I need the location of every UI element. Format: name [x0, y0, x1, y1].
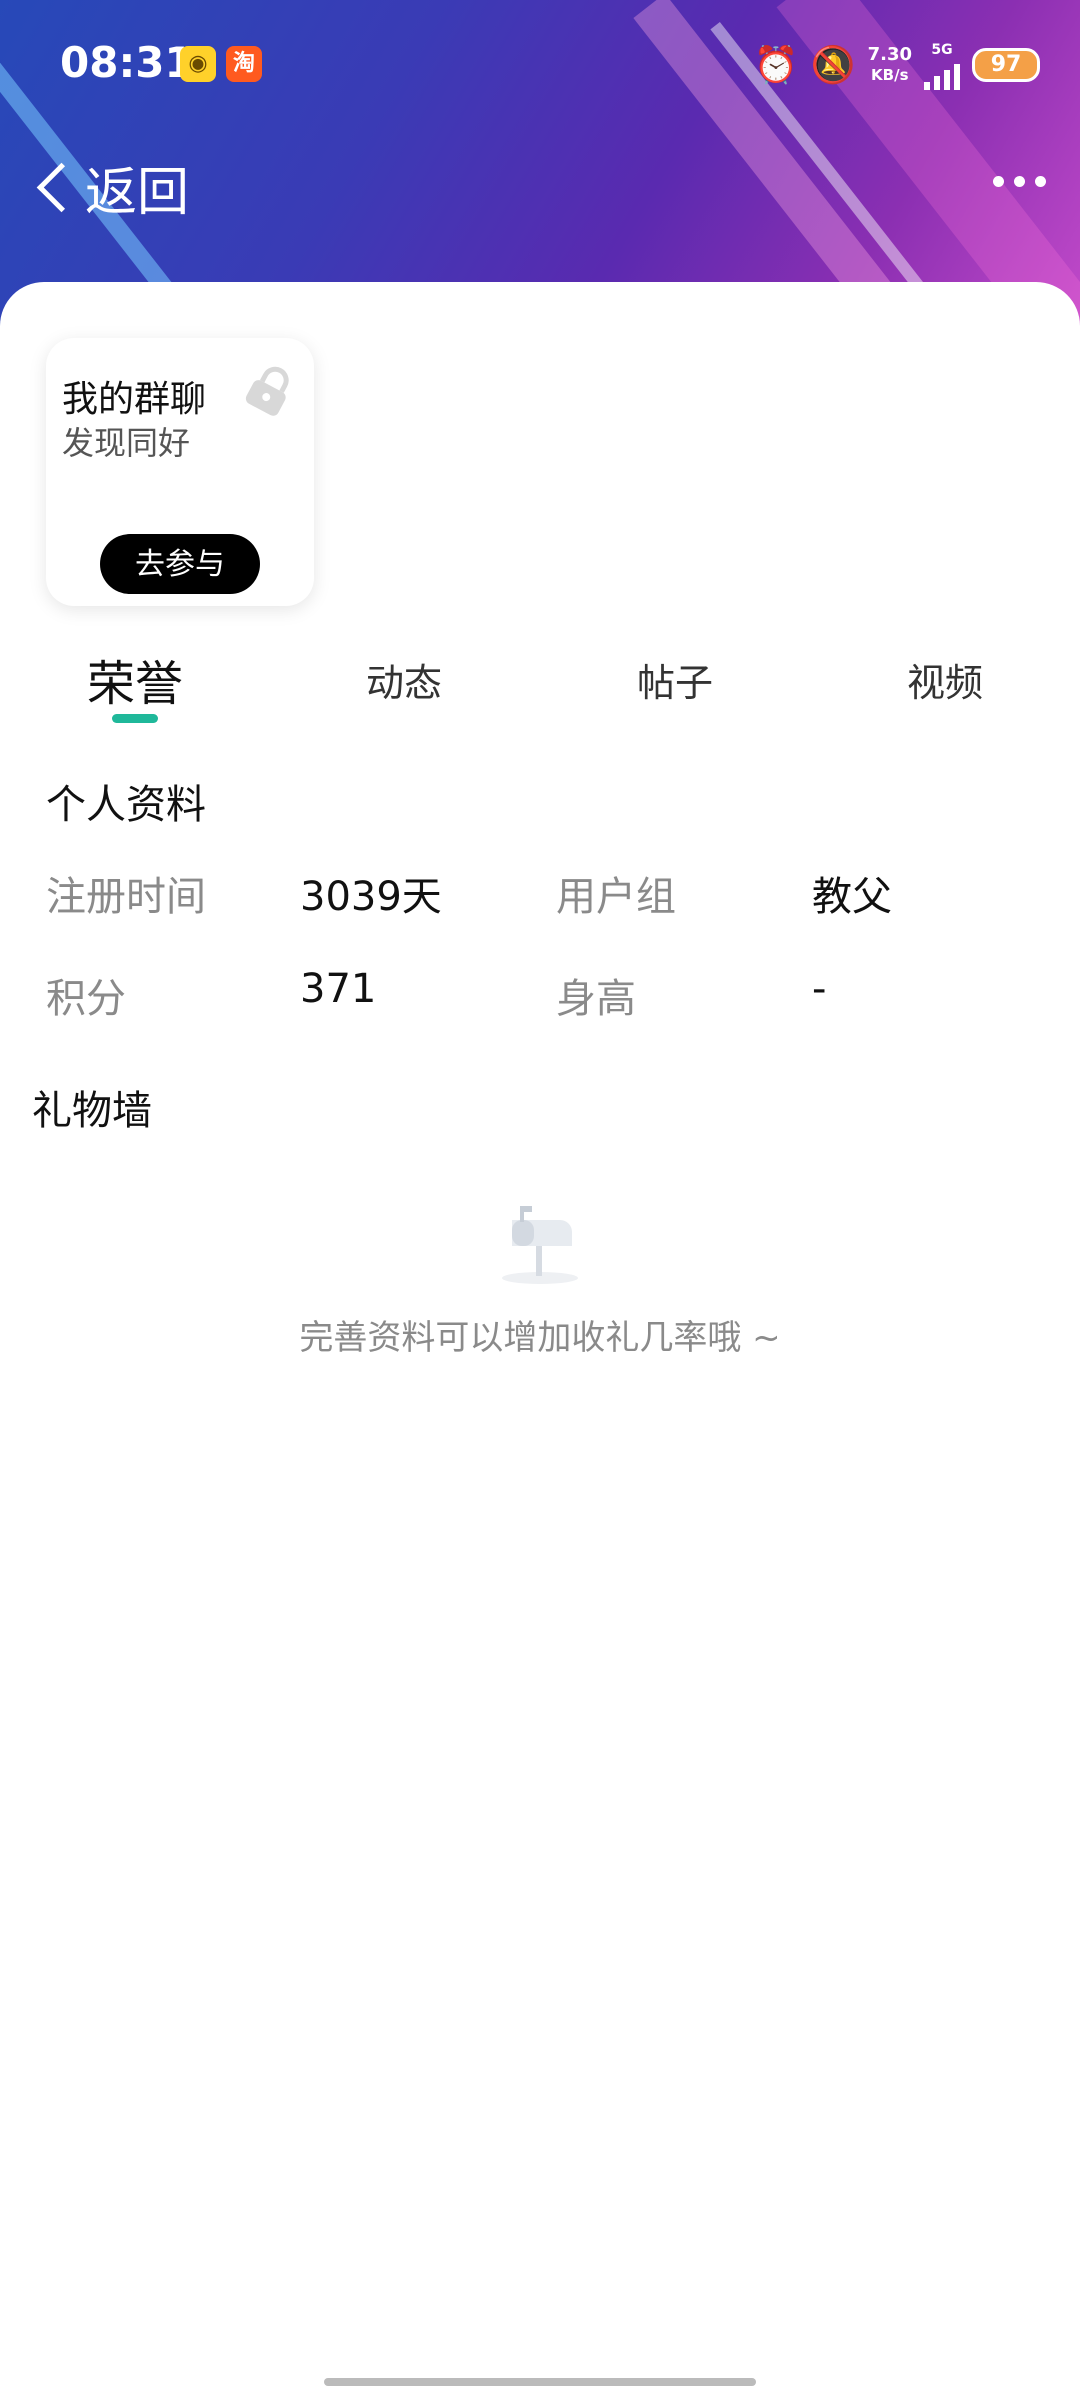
status-time: 08:31 [60, 38, 194, 87]
user-group-value: 教父 [812, 874, 892, 920]
more-dots-icon [993, 176, 1004, 187]
more-options-button[interactable] [993, 176, 1046, 187]
user-group-label: 用户组 [556, 874, 676, 920]
height-label: 身高 [556, 976, 636, 1022]
home-indicator[interactable] [324, 2378, 756, 2386]
height-value: - [812, 966, 827, 1012]
profile-tabs: 荣誉 动态 帖子 视频 [0, 644, 1080, 734]
register-time-value: 3039天 [300, 874, 442, 920]
points-label: 积分 [46, 976, 126, 1022]
profile-section-title: 个人资料 [46, 782, 206, 828]
mute-bell-icon: 🔕 [810, 45, 856, 86]
network-speed: 7.30 KB/s [867, 44, 912, 85]
tab-posts[interactable]: 帖子 [575, 652, 775, 707]
group-chat-card[interactable]: 我的群聊 发现同好 去参与 [46, 338, 314, 606]
group-card-title: 我的群聊 [62, 379, 207, 420]
bilibili-app-icon: ◉ [180, 46, 216, 82]
status-bar: 08:31 ◉ 淘 ⏰ 🔕 7.30 KB/s 5G 97 [0, 0, 1080, 130]
signal-bars-icon [924, 60, 960, 90]
tab-honor[interactable]: 荣誉 [35, 644, 235, 714]
taobao-app-icon: 淘 [226, 46, 262, 82]
register-time-label: 注册时间 [46, 874, 206, 920]
lock-icon [245, 366, 289, 416]
gift-wall-empty-text: 完善资料可以增加收礼几率哦 ~ [299, 1318, 781, 1358]
alarm-icon: ⏰ [753, 45, 799, 86]
join-group-button[interactable]: 去参与 [100, 534, 260, 594]
active-tab-indicator [112, 714, 158, 723]
back-label: 返回 [85, 163, 190, 223]
points-value: 371 [300, 966, 377, 1012]
mailbox-icon [502, 1206, 578, 1284]
group-card-subtitle: 发现同好 [62, 424, 191, 462]
back-button[interactable]: 返回 [30, 150, 189, 225]
signal-indicator: 5G [924, 40, 960, 90]
gift-wall-title: 礼物墙 [32, 1088, 152, 1134]
tab-videos[interactable]: 视频 [845, 652, 1045, 707]
profile-content-sheet: 我的群聊 发现同好 去参与 荣誉 动态 帖子 视频 个人资料 注册时间 3039… [0, 282, 1080, 2392]
tab-activity[interactable]: 动态 [304, 652, 504, 707]
chevron-left-icon [36, 162, 87, 213]
battery-icon: 97 [972, 48, 1040, 82]
